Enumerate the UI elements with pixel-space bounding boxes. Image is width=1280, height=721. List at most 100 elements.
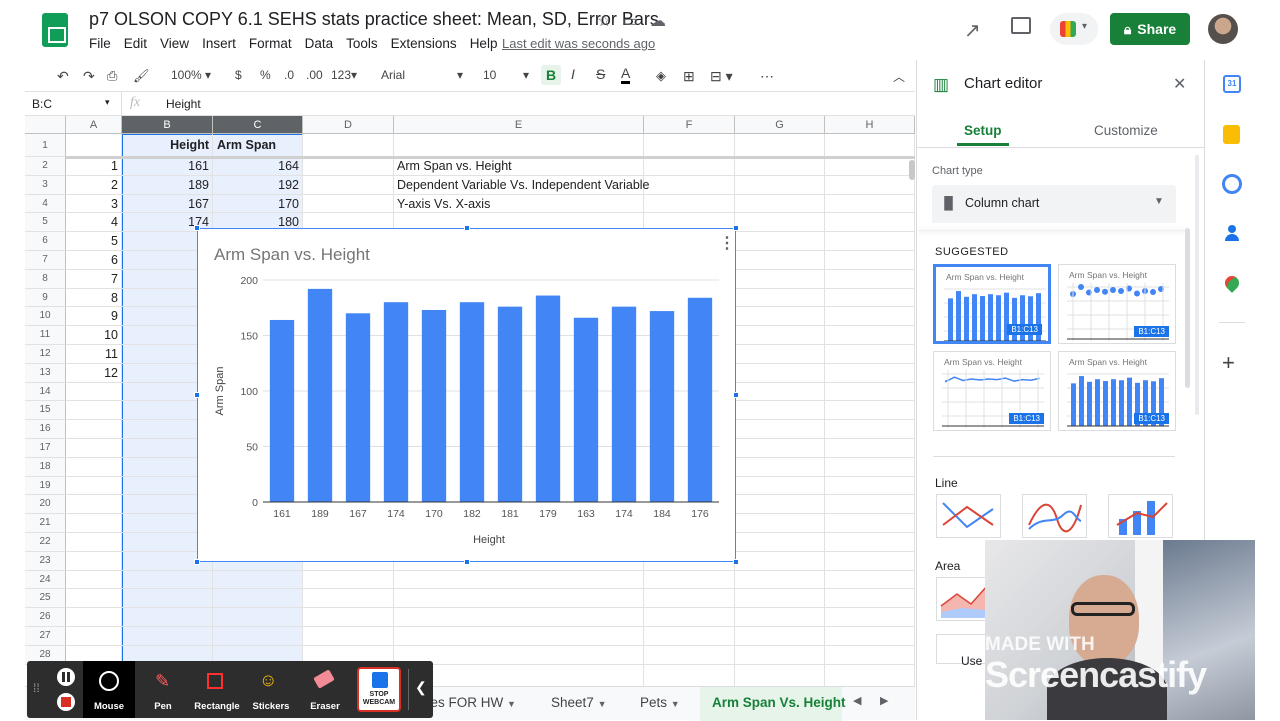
editor-scrollbar[interactable] (1185, 228, 1190, 388)
row-header-17[interactable]: 17 (25, 439, 66, 458)
undo-icon[interactable]: ↶ (57, 68, 69, 85)
cell-b4[interactable]: 167 (122, 195, 213, 214)
cell-e3[interactable]: Dependent Variable Vs. Independent Varia… (397, 176, 697, 195)
menu-edit[interactable]: Edit (124, 36, 153, 51)
row-header-12[interactable]: 12 (25, 345, 66, 364)
suggested-line-chart[interactable]: Arm Span vs. Height B1:C13 (933, 351, 1051, 431)
sheet-tab-hw[interactable]: nes FOR HW ▼ (423, 695, 516, 710)
chevron-down-icon[interactable]: ▾ (105, 97, 110, 108)
cell-a13[interactable]: 12 (66, 364, 122, 383)
row-header-13[interactable]: 13 (25, 363, 66, 383)
strikethrough-button[interactable]: S (596, 66, 605, 82)
borders-icon[interactable]: ⊞ (683, 68, 695, 85)
column-header-h[interactable]: H (825, 116, 915, 134)
row-header-20[interactable]: 20 (25, 495, 66, 515)
cell-a2[interactable]: 1 (66, 157, 122, 176)
row-header-27[interactable]: 27 (25, 627, 66, 646)
menu-insert[interactable]: Insert (202, 36, 242, 51)
column-header-g[interactable]: G (735, 116, 825, 134)
tab-setup[interactable]: Setup (964, 123, 1002, 138)
name-box[interactable]: B:C (32, 97, 52, 111)
merge-cells-icon[interactable]: ⊟ ▾ (710, 68, 733, 85)
activity-trend-icon[interactable]: ↗ (964, 18, 981, 43)
row-header-1[interactable]: 1 (25, 134, 66, 157)
redo-icon[interactable]: ↷ (83, 68, 95, 85)
zoom-select[interactable]: 100% ▾ (171, 68, 211, 82)
cell-c3[interactable]: 192 (213, 176, 303, 195)
row-header-2[interactable]: 2 (25, 157, 66, 176)
menu-data[interactable]: Data (305, 36, 340, 51)
row-header-8[interactable]: 8 (25, 269, 66, 289)
row-header-3[interactable]: 3 (25, 175, 66, 195)
chart-menu-icon[interactable]: ⋮ (719, 233, 735, 253)
row-header-14[interactable]: 14 (25, 382, 66, 402)
row-header-4[interactable]: 4 (25, 194, 66, 214)
row-header-24[interactable]: 24 (25, 570, 66, 590)
move-folder-icon[interactable]: ▭ (623, 11, 638, 31)
print-icon[interactable]: ⎙ (107, 68, 117, 84)
cell-b2[interactable]: 161 (122, 157, 213, 176)
menu-tools[interactable]: Tools (346, 36, 384, 51)
row-header-16[interactable]: 16 (25, 420, 66, 439)
sheet-tab-pets[interactable]: Pets ▼ (640, 695, 680, 710)
paint-format-icon[interactable]: 🖌︎ (133, 68, 150, 84)
resize-handle-e[interactable] (733, 392, 739, 398)
column-header-d[interactable]: D (303, 116, 394, 134)
resize-handle-sw[interactable] (194, 559, 200, 565)
row-header-25[interactable]: 25 (25, 589, 66, 609)
row-header-15[interactable]: 15 (25, 401, 66, 421)
rectangle-icon[interactable] (207, 673, 223, 689)
panel-scrollbar[interactable] (1195, 155, 1199, 415)
resize-handle-n[interactable] (464, 225, 470, 231)
collapse-toolbar-icon[interactable]: ❮ (415, 679, 427, 696)
vertical-scrollbar[interactable] (909, 160, 915, 180)
tasks-icon[interactable] (1222, 174, 1242, 194)
eraser-icon[interactable] (313, 669, 335, 689)
share-button[interactable]: 🔒︎ Share (1110, 13, 1190, 45)
percent-format-button[interactable]: % (260, 68, 271, 82)
cell-a5[interactable]: 4 (66, 213, 122, 232)
row-header-10[interactable]: 10 (25, 307, 66, 327)
pen-icon[interactable]: ✎ (155, 671, 170, 692)
cell-c4[interactable]: 170 (213, 195, 303, 214)
row-header-26[interactable]: 26 (25, 608, 66, 627)
cell-a7[interactable]: 6 (66, 251, 122, 270)
cell-a9[interactable]: 8 (66, 289, 122, 308)
cell-a11[interactable]: 10 (66, 326, 122, 345)
column-header-b[interactable]: B (122, 116, 213, 134)
pause-icon[interactable] (57, 668, 75, 686)
row-header-5[interactable]: 5 (25, 213, 66, 233)
row-header-9[interactable]: 9 (25, 288, 66, 308)
cell-a4[interactable]: 3 (66, 195, 122, 214)
cell-a6[interactable]: 5 (66, 232, 122, 251)
cloud-status-icon[interactable]: ☁ (650, 11, 666, 31)
sheets-logo[interactable] (42, 13, 68, 47)
suggested-column-chart[interactable]: Arm Span vs. Height B1:C13 (933, 264, 1051, 344)
resize-handle-ne[interactable] (733, 225, 739, 231)
column-header-e[interactable]: E (394, 116, 644, 134)
cell-a12[interactable]: 11 (66, 345, 122, 364)
cell-a8[interactable]: 7 (66, 270, 122, 289)
keep-icon[interactable] (1223, 125, 1240, 144)
row-header-19[interactable]: 19 (25, 476, 66, 496)
star-icon[interactable]: ☆ (597, 11, 611, 31)
row-header-18[interactable]: 18 (25, 457, 66, 477)
select-all-corner[interactable] (25, 116, 66, 134)
meet-button[interactable]: ▾ (1050, 13, 1098, 45)
column-header-a[interactable]: A (66, 116, 122, 134)
calendar-icon[interactable]: 31 (1223, 75, 1241, 93)
menu-file[interactable]: File (89, 36, 117, 51)
maps-icon[interactable] (1222, 273, 1242, 293)
add-addon-icon[interactable]: + (1222, 350, 1235, 376)
resize-handle-w[interactable] (194, 392, 200, 398)
close-icon[interactable]: ✕ (1173, 74, 1186, 94)
combo-chart-option[interactable] (1108, 494, 1173, 538)
cell-b1[interactable]: Height (122, 136, 213, 155)
formula-input[interactable]: Height (166, 97, 201, 111)
drag-handle-icon[interactable]: ⁞⁞ (33, 681, 40, 695)
sheet-tab-sheet7[interactable]: Sheet7 ▼ (551, 695, 606, 710)
row-header-21[interactable]: 21 (25, 514, 66, 533)
sheet-tab-arm-span[interactable]: Arm Span Vs. Height (712, 695, 846, 710)
row-header-11[interactable]: 11 (25, 326, 66, 345)
collapse-toolbar-icon[interactable]: ︿ (893, 68, 905, 85)
